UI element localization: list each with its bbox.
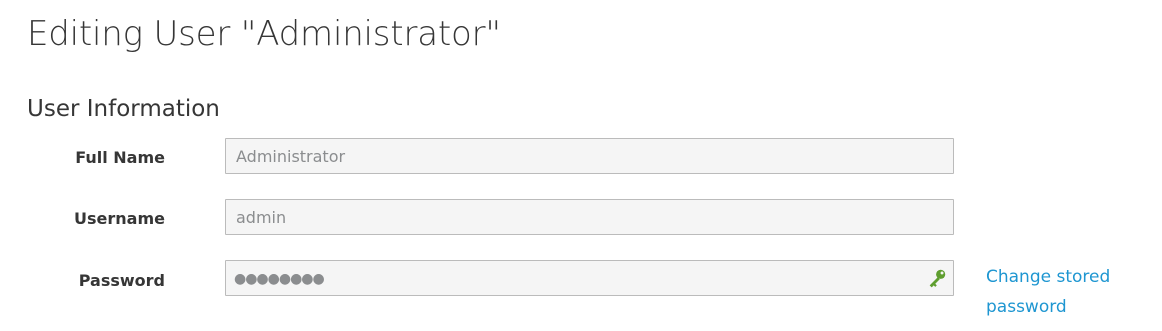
full-name-label: Full Name: [75, 148, 165, 167]
username-field[interactable]: admin: [225, 199, 954, 235]
user-information-heading: User Information: [27, 96, 220, 122]
key-icon: [929, 269, 946, 288]
change-stored-password-link[interactable]: Change stored password: [986, 262, 1136, 322]
full-name-field[interactable]: Administrator: [225, 138, 954, 174]
password-field[interactable]: ●●●●●●●●: [225, 260, 954, 296]
full-name-value: Administrator: [236, 147, 346, 166]
edit-user-page: Editing User "Administrator" User Inform…: [0, 0, 1162, 331]
password-label: Password: [78, 271, 165, 290]
username-label: Username: [74, 209, 165, 228]
page-title: Editing User "Administrator": [27, 14, 501, 54]
username-value: admin: [236, 208, 287, 227]
password-masked-value: ●●●●●●●●: [234, 271, 325, 287]
